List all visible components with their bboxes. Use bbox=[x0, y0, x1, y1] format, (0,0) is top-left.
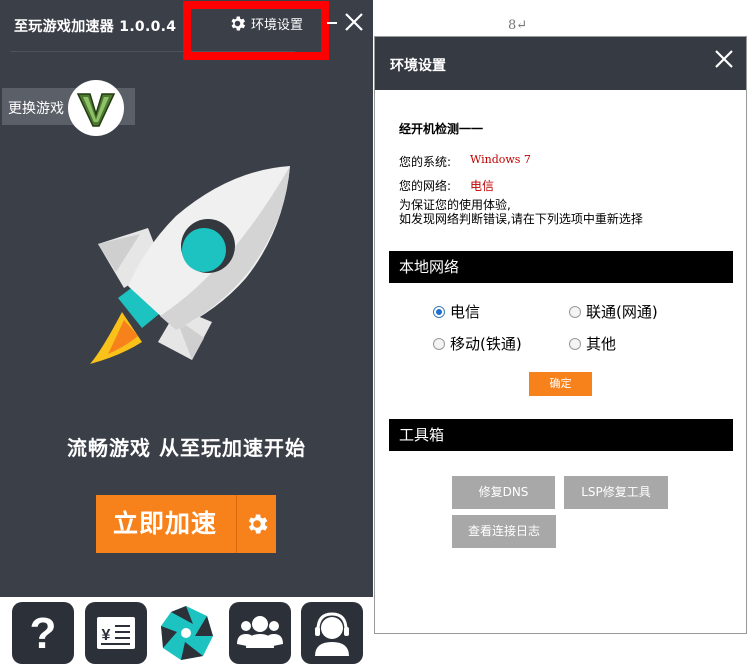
slogan-text: 流畅游戏 从至玩加速开始 bbox=[67, 436, 306, 460]
bottom-toolbar: ? ¥ bbox=[0, 597, 373, 671]
option-unicom[interactable]: 联通(网通) bbox=[569, 301, 658, 322]
community-icon bbox=[237, 616, 283, 648]
gear-icon bbox=[248, 514, 268, 534]
network-label: 您的网络: bbox=[399, 179, 452, 193]
hint-line-2: 如发现网络判断错误,请在下列选项中重新选择 bbox=[399, 212, 643, 226]
option-label: 联通(网通) bbox=[586, 303, 658, 321]
home-logo-button[interactable] bbox=[155, 602, 217, 664]
env-settings-dialog: 环境设置 经开机检测一一 您的系统: Windows 7 您的网络: 电信 为保… bbox=[374, 36, 747, 634]
network-value: 电信 bbox=[470, 179, 495, 193]
accelerate-label: 立即加速 bbox=[112, 509, 217, 538]
option-mobile[interactable]: 移动(铁通) bbox=[433, 333, 522, 354]
radio-button[interactable] bbox=[569, 337, 581, 350]
repair-dns-button[interactable]: 修复DNS bbox=[452, 476, 555, 509]
detect-heading: 经开机检测一一 bbox=[399, 122, 484, 136]
accelerate-settings-button[interactable] bbox=[236, 495, 276, 553]
customer-service-button[interactable] bbox=[301, 602, 363, 664]
toolbox-section-title: 工具箱 bbox=[389, 419, 733, 451]
minimize-button[interactable] bbox=[327, 22, 337, 24]
community-button[interactable] bbox=[229, 602, 291, 664]
radio-button[interactable] bbox=[569, 305, 581, 318]
change-game-label: 更换游戏 bbox=[8, 101, 64, 117]
help-button[interactable]: ? bbox=[12, 602, 74, 664]
svg-text:¥: ¥ bbox=[102, 627, 111, 644]
option-label: 电信 bbox=[450, 303, 481, 321]
gta-v-logo-icon bbox=[76, 93, 116, 127]
recharge-button[interactable]: ¥ bbox=[85, 602, 147, 664]
highlight-box bbox=[183, 1, 329, 60]
game-logo[interactable] bbox=[68, 80, 124, 136]
close-icon[interactable] bbox=[714, 49, 734, 69]
view-connection-log-button[interactable]: 查看连接日志 bbox=[452, 515, 556, 548]
app-title: 至玩游戏加速器 1.0.0.4 bbox=[14, 19, 177, 35]
option-label: 其他 bbox=[586, 335, 617, 353]
local-network-section-title: 本地网络 bbox=[389, 251, 733, 283]
accelerate-button[interactable]: 立即加速 bbox=[96, 495, 236, 553]
option-label: 移动(铁通) bbox=[450, 335, 522, 353]
customer-service-icon bbox=[315, 612, 349, 656]
lsp-repair-button[interactable]: LSP修复工具 bbox=[564, 476, 668, 509]
svg-text:?: ? bbox=[30, 609, 57, 658]
rocket-icon bbox=[90, 166, 290, 364]
radio-button[interactable] bbox=[433, 337, 445, 350]
system-value: Windows 7 bbox=[470, 153, 531, 166]
center-logo-icon bbox=[161, 606, 213, 660]
page-number: 8↵ bbox=[508, 18, 528, 33]
dialog-header: 环境设置 bbox=[375, 37, 746, 90]
accelerator-app-window: 至玩游戏加速器 1.0.0.4 环境设置 更换游戏 流畅游戏 从至玩加速开始 立… bbox=[0, 0, 373, 671]
radio-button[interactable] bbox=[433, 305, 445, 318]
confirm-button[interactable]: 确定 bbox=[529, 372, 592, 396]
option-other[interactable]: 其他 bbox=[569, 333, 616, 354]
close-icon[interactable] bbox=[344, 12, 364, 32]
dialog-title: 环境设置 bbox=[390, 58, 446, 74]
help-icon: ? bbox=[30, 609, 57, 658]
yen-card-icon: ¥ bbox=[97, 617, 135, 649]
option-telecom[interactable]: 电信 bbox=[433, 301, 480, 322]
system-label: 您的系统: bbox=[399, 155, 452, 169]
